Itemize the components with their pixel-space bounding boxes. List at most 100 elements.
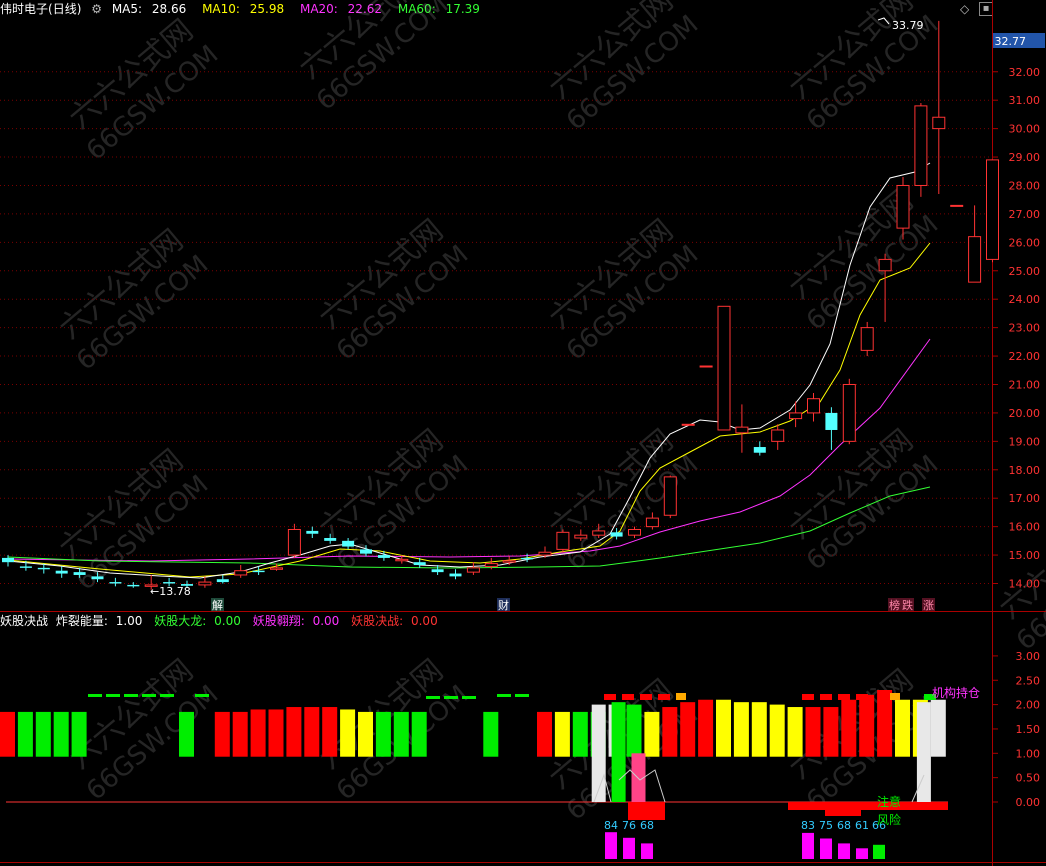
candle-body	[324, 538, 337, 541]
candle-body	[968, 236, 982, 283]
gold-mark	[676, 693, 686, 700]
candle[interactable]	[914, 103, 928, 197]
candle-body	[73, 572, 86, 575]
marker-jie[interactable]: 解	[212, 598, 223, 612]
dragon-dash	[444, 696, 458, 699]
candle[interactable]	[825, 407, 838, 450]
energy-bar	[537, 711, 552, 757]
gold-mark	[890, 693, 900, 700]
candle-body	[610, 532, 623, 537]
candle[interactable]	[842, 378, 856, 445]
price-axis-label: 22.00	[1009, 350, 1041, 363]
candle[interactable]	[556, 529, 570, 553]
candle-body	[342, 540, 355, 547]
candle[interactable]	[216, 574, 229, 584]
price-axis-label: 20.00	[1009, 407, 1041, 420]
candle[interactable]	[878, 253, 892, 322]
risk-label: 风险	[877, 812, 901, 827]
candle[interactable]	[968, 205, 982, 283]
energy-bar	[733, 702, 749, 757]
price-axis-label: 31.00	[1009, 94, 1041, 107]
candle[interactable]	[663, 475, 677, 519]
energy-bar	[393, 711, 409, 757]
candle[interactable]	[287, 523, 301, 558]
energy-bar	[805, 707, 821, 757]
rating-bar	[856, 848, 868, 859]
energy-bar	[340, 709, 356, 757]
energy-bar	[35, 711, 51, 757]
energy-bar	[214, 711, 230, 757]
candle-body	[252, 570, 265, 573]
marker-zhang[interactable]: 涨	[923, 599, 934, 612]
candle-body	[860, 327, 874, 351]
candle[interactable]	[753, 441, 766, 456]
high-price-label: 33.79	[892, 19, 924, 32]
candle[interactable]	[735, 404, 749, 453]
watermark-1: 六六公式网66GSW.COM	[293, 0, 455, 117]
rating-bar	[873, 844, 885, 859]
candle-body	[360, 549, 372, 554]
candle[interactable]	[860, 321, 874, 357]
candle-body	[198, 581, 212, 586]
marker-bang[interactable]: 榜	[889, 598, 900, 612]
candle[interactable]	[789, 401, 803, 428]
candle-body	[932, 116, 946, 130]
rating-number: 68	[837, 819, 851, 832]
candle-body	[37, 567, 50, 570]
marker-die[interactable]: 跌	[902, 598, 913, 612]
energy-bar	[930, 699, 946, 757]
rating-number: 61	[855, 819, 869, 832]
price-axis-label: 23.00	[1009, 322, 1041, 335]
watermark-0: 六六公式网66GSW.COM	[63, 13, 225, 167]
candle[interactable]	[55, 566, 68, 578]
candle[interactable]	[807, 393, 820, 422]
candle[interactable]	[234, 565, 248, 578]
ind-axis-label: 2.50	[1016, 674, 1041, 687]
candle[interactable]	[950, 204, 964, 207]
candle[interactable]	[449, 569, 462, 580]
candle-body	[896, 184, 910, 229]
price-axis-label: 17.00	[1009, 492, 1041, 505]
candle[interactable]	[681, 423, 695, 426]
candle[interactable]	[986, 159, 999, 263]
candle[interactable]	[717, 305, 731, 431]
energy-bar	[895, 699, 910, 757]
watermark-4: 六六公式网66GSW.COM	[53, 223, 215, 377]
energy-bar	[358, 711, 373, 757]
candle[interactable]	[771, 424, 785, 450]
ind-axis-label: 1.50	[1016, 723, 1041, 736]
energy-bar	[179, 711, 194, 757]
candle[interactable]	[466, 562, 480, 575]
candle[interactable]	[932, 20, 946, 195]
candle-body	[413, 562, 426, 566]
candle-body	[735, 426, 749, 434]
price-axis-label: 21.00	[1009, 378, 1041, 391]
marker-cai[interactable]: 财	[498, 598, 509, 612]
candle-body	[91, 576, 104, 580]
energy-bar	[322, 707, 338, 757]
candle[interactable]	[109, 577, 122, 587]
watermark-7: 六六公式网66GSW.COM	[783, 183, 945, 337]
energy-bar	[250, 709, 266, 757]
candle-body	[574, 534, 588, 539]
energy-bar	[662, 707, 678, 757]
candle-body	[825, 412, 838, 430]
candle[interactable]	[127, 582, 140, 588]
kline-chart[interactable]: 六六公式网66GSW.COM 六六公式网66GSW.COM 六六公式网66GSW.C…	[0, 0, 1046, 866]
candle-body	[878, 258, 892, 272]
candle-body	[431, 569, 444, 573]
negative-bar	[628, 802, 665, 820]
energy-bar	[787, 707, 803, 757]
candle[interactable]	[306, 526, 319, 539]
dragon-dash	[142, 694, 156, 697]
rating-bar	[605, 832, 617, 859]
price-axis-label: 24.00	[1009, 293, 1041, 306]
energy-bar	[53, 711, 69, 757]
candle-body	[287, 528, 301, 556]
energy-bar	[823, 707, 839, 757]
candle-body	[771, 429, 785, 442]
candle[interactable]	[699, 365, 713, 368]
candle-body	[2, 557, 14, 563]
candle-body	[306, 530, 319, 534]
energy-bar	[0, 711, 15, 757]
